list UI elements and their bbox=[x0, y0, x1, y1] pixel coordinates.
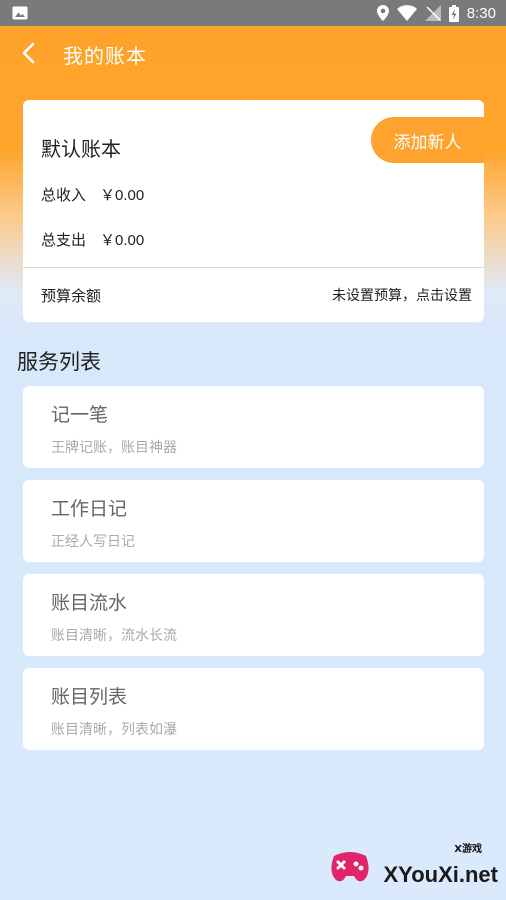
status-time: 8:30 bbox=[466, 4, 496, 22]
service-desc: 账目清晰，流水长流 bbox=[51, 628, 177, 644]
budget-label: 预算余额 bbox=[41, 287, 102, 305]
divider bbox=[23, 267, 484, 268]
page-title: 我的账本 bbox=[63, 44, 147, 68]
service-item-account-list[interactable]: 账目列表 账目清晰，列表如瀑 bbox=[23, 668, 484, 750]
status-icons: 8:30 bbox=[376, 4, 496, 22]
battery-charging-icon bbox=[448, 4, 459, 22]
income-label: 总收入 bbox=[41, 186, 87, 204]
watermark: X游戏 XYouXi.net bbox=[328, 840, 498, 890]
expense-value: ￥0.00 bbox=[100, 232, 145, 249]
services-heading: 服务列表 bbox=[17, 350, 101, 374]
watermark-mini-text: X游戏 bbox=[454, 844, 482, 855]
nav-bar: 我的账本 bbox=[0, 26, 506, 80]
watermark-text: XYouXi.net bbox=[383, 862, 499, 887]
account-name: 默认账本 bbox=[41, 137, 121, 161]
service-title: 记一笔 bbox=[51, 404, 109, 426]
income-row: 总收入 ￥0.00 bbox=[41, 184, 144, 205]
gamepad-logo-icon bbox=[331, 852, 369, 882]
status-bar: 8:30 bbox=[0, 0, 506, 26]
chevron-left-icon[interactable] bbox=[18, 40, 40, 66]
expense-row: 总支出 ￥0.00 bbox=[41, 229, 144, 250]
no-signal-icon bbox=[424, 5, 441, 21]
service-desc: 账目清晰，列表如瀑 bbox=[51, 722, 177, 738]
service-desc: 正经人写日记 bbox=[51, 534, 135, 550]
add-member-button[interactable]: 添加新人 bbox=[371, 117, 484, 163]
wifi-icon bbox=[396, 5, 417, 21]
service-desc: 王牌记账，账目神器 bbox=[51, 440, 177, 456]
gallery-icon bbox=[12, 6, 28, 20]
service-item-cash-flow[interactable]: 账目流水 账目清晰，流水长流 bbox=[23, 574, 484, 656]
service-title: 账目列表 bbox=[51, 686, 128, 708]
account-card: 默认账本 添加新人 总收入 ￥0.00 总支出 ￥0.00 预算余额 未设置预算… bbox=[23, 100, 484, 322]
service-title: 账目流水 bbox=[51, 592, 128, 614]
expense-label: 总支出 bbox=[41, 231, 87, 249]
service-item-record[interactable]: 记一笔 王牌记账，账目神器 bbox=[23, 386, 484, 468]
service-title: 工作日记 bbox=[51, 498, 128, 520]
set-budget-link[interactable]: 未设置预算，点击设置 bbox=[332, 285, 472, 305]
location-icon bbox=[376, 5, 389, 21]
service-item-work-diary[interactable]: 工作日记 正经人写日记 bbox=[23, 480, 484, 562]
income-value: ￥0.00 bbox=[100, 187, 145, 204]
